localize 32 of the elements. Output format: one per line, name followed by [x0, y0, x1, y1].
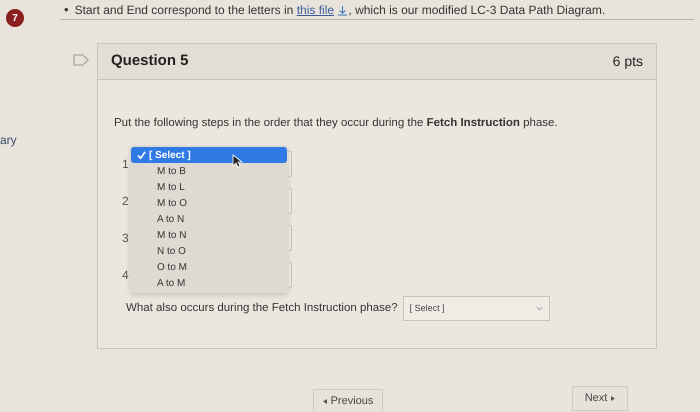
dropdown-option[interactable]: N to O — [131, 243, 287, 259]
instruction-text: Start and End correspond to the letters in this file , which is our modified LC-3 Data Path Diagram. — [74, 2, 606, 18]
select-field[interactable]: [ Select ] — [402, 296, 550, 322]
previous-button[interactable]: Previous — [313, 389, 383, 412]
dropdown-option[interactable]: M to B — [131, 163, 287, 179]
question-number-badge: 7 — [6, 9, 24, 27]
dropdown-option[interactable]: A to M — [131, 275, 287, 291]
download-icon — [337, 4, 348, 16]
sidebar-fragment: ary — [0, 132, 17, 149]
question-prompt: Put the following steps in the order that they occur during the Fetch Instruction phase. — [114, 116, 559, 131]
dropdown-option[interactable]: A to N — [131, 211, 287, 227]
flag-icon[interactable] — [73, 54, 89, 66]
caret-icon — [611, 396, 616, 401]
caret-icon — [322, 399, 327, 404]
file-link[interactable]: this file — [296, 2, 334, 16]
cursor-icon — [232, 154, 243, 168]
points-label: 6 pts — [612, 52, 643, 71]
bullet: • — [64, 0, 69, 19]
dropdown-option[interactable]: O to M — [131, 259, 287, 275]
step-number: 2 — [122, 192, 130, 210]
question-title: Question 5 — [111, 51, 189, 72]
chevron-icon — [536, 306, 543, 312]
dropdown-option[interactable]: M to N — [131, 227, 287, 243]
step-number: 1 — [122, 156, 130, 173]
step-number: 3 — [122, 230, 130, 247]
dropdown-option[interactable]: M to L — [131, 179, 287, 195]
dropdown-option[interactable]: [ Select ] — [131, 147, 287, 163]
dropdown-option[interactable]: M to O — [131, 195, 287, 211]
checkmark-icon — [137, 150, 146, 160]
next-button[interactable]: Next — [572, 386, 628, 411]
followup-label: What also occurs during the Fetch Instruction phase? — [126, 301, 398, 316]
step-number: 4 — [122, 266, 130, 284]
